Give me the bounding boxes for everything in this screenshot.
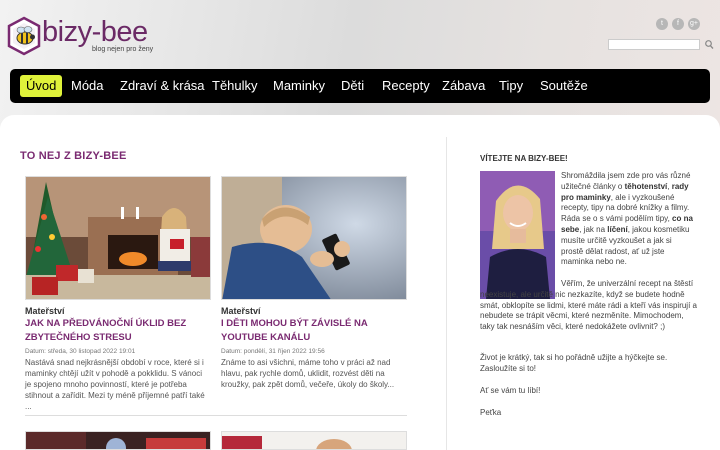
nav-item-recepty[interactable]: Recepty [382,75,430,97]
nav-item-zdravi-krasa[interactable]: Zdraví & krása [120,75,205,97]
nav-item-moda[interactable]: Móda [71,75,104,97]
welcome-intro: Shromáždila jsem zde pro vás různé užite… [561,171,693,267]
child-tablet-photo [222,177,406,299]
facebook-icon[interactable]: f [672,18,684,30]
article-title[interactable]: I DĚTI MOHOU BÝT ZÁVISLÉ NA YOUTUBE KANÁ… [221,317,407,345]
author-signature: Peťka [480,408,502,417]
article-photo [222,432,406,449]
article-excerpt: Známe to asi všichni, máme toho v práci … [221,358,395,389]
article-date: Datum: pondělí, 31 říjen 2022 19:56 [221,348,325,355]
nav-item-uvod[interactable]: Úvod [20,75,63,97]
article-image[interactable] [221,431,407,450]
google-plus-icon[interactable]: g+ [688,18,700,30]
content-area: TO NEJ Z BIZY-BEE Mateřství JAK NA PŘEDV… [0,115,720,450]
article-image[interactable] [25,431,211,450]
welcome-paragraph-4: Ať se vám tu líbí! [480,386,541,395]
link-liceni[interactable]: líčení [607,225,627,234]
welcome-paragraph-3: Život je krátký, tak si ho pořádně užijt… [480,353,668,373]
article-title[interactable]: JAK NA PŘEDVÁNOČNÍ ÚKLID BEZ ZBYTEČNÉHO … [25,317,211,345]
logo-tagline: blog nejen pro ženy [92,46,154,53]
bee-logo-icon [7,16,41,56]
search-input[interactable] [608,39,700,50]
article-image[interactable] [221,176,407,300]
article-category[interactable]: Mateřství [25,306,65,316]
nav-item-deti[interactable]: Děti [341,75,364,97]
nav-item-maminky[interactable]: Maminky [273,75,325,97]
article-photo [26,432,210,449]
search-icon[interactable] [704,39,714,50]
article-image[interactable] [25,176,211,300]
article-date: Datum: středa, 30 listopad 2022 19:01 [25,348,136,355]
logo-wordmark: bizy-bee [42,16,148,48]
section-title: TO NEJ Z BIZY-BEE [20,150,127,162]
twitter-icon[interactable]: t [656,18,668,30]
articles-divider [25,415,407,416]
welcome-title: VÍTEJTE NA BIZY-BEE! [480,154,568,163]
header: bizy-bee blog nejen pro ženy t f g+ [0,0,720,70]
nav-item-tehulky[interactable]: Těhulky [212,75,258,97]
search-box [608,39,714,52]
site-logo[interactable]: bizy-bee blog nejen pro ženy [6,16,166,60]
christmas-photo [26,177,210,299]
welcome-paragraph-2: Věřím, že univerzální recept na štěstí n… [480,279,697,332]
main-nav: Úvod Móda Zdraví & krása Těhulky Maminky… [10,69,710,103]
article-category[interactable]: Mateřství [221,306,261,316]
nav-item-tipy[interactable]: Tipy [499,75,523,97]
article-excerpt: Nastává snad nejkrásnější období v roce,… [25,358,205,411]
nav-item-zabava[interactable]: Zábava [442,75,485,97]
nav-item-souteze[interactable]: Soutěže [540,75,588,97]
link-tehotenstvi[interactable]: těhotenství [625,182,668,191]
column-divider [446,137,447,450]
